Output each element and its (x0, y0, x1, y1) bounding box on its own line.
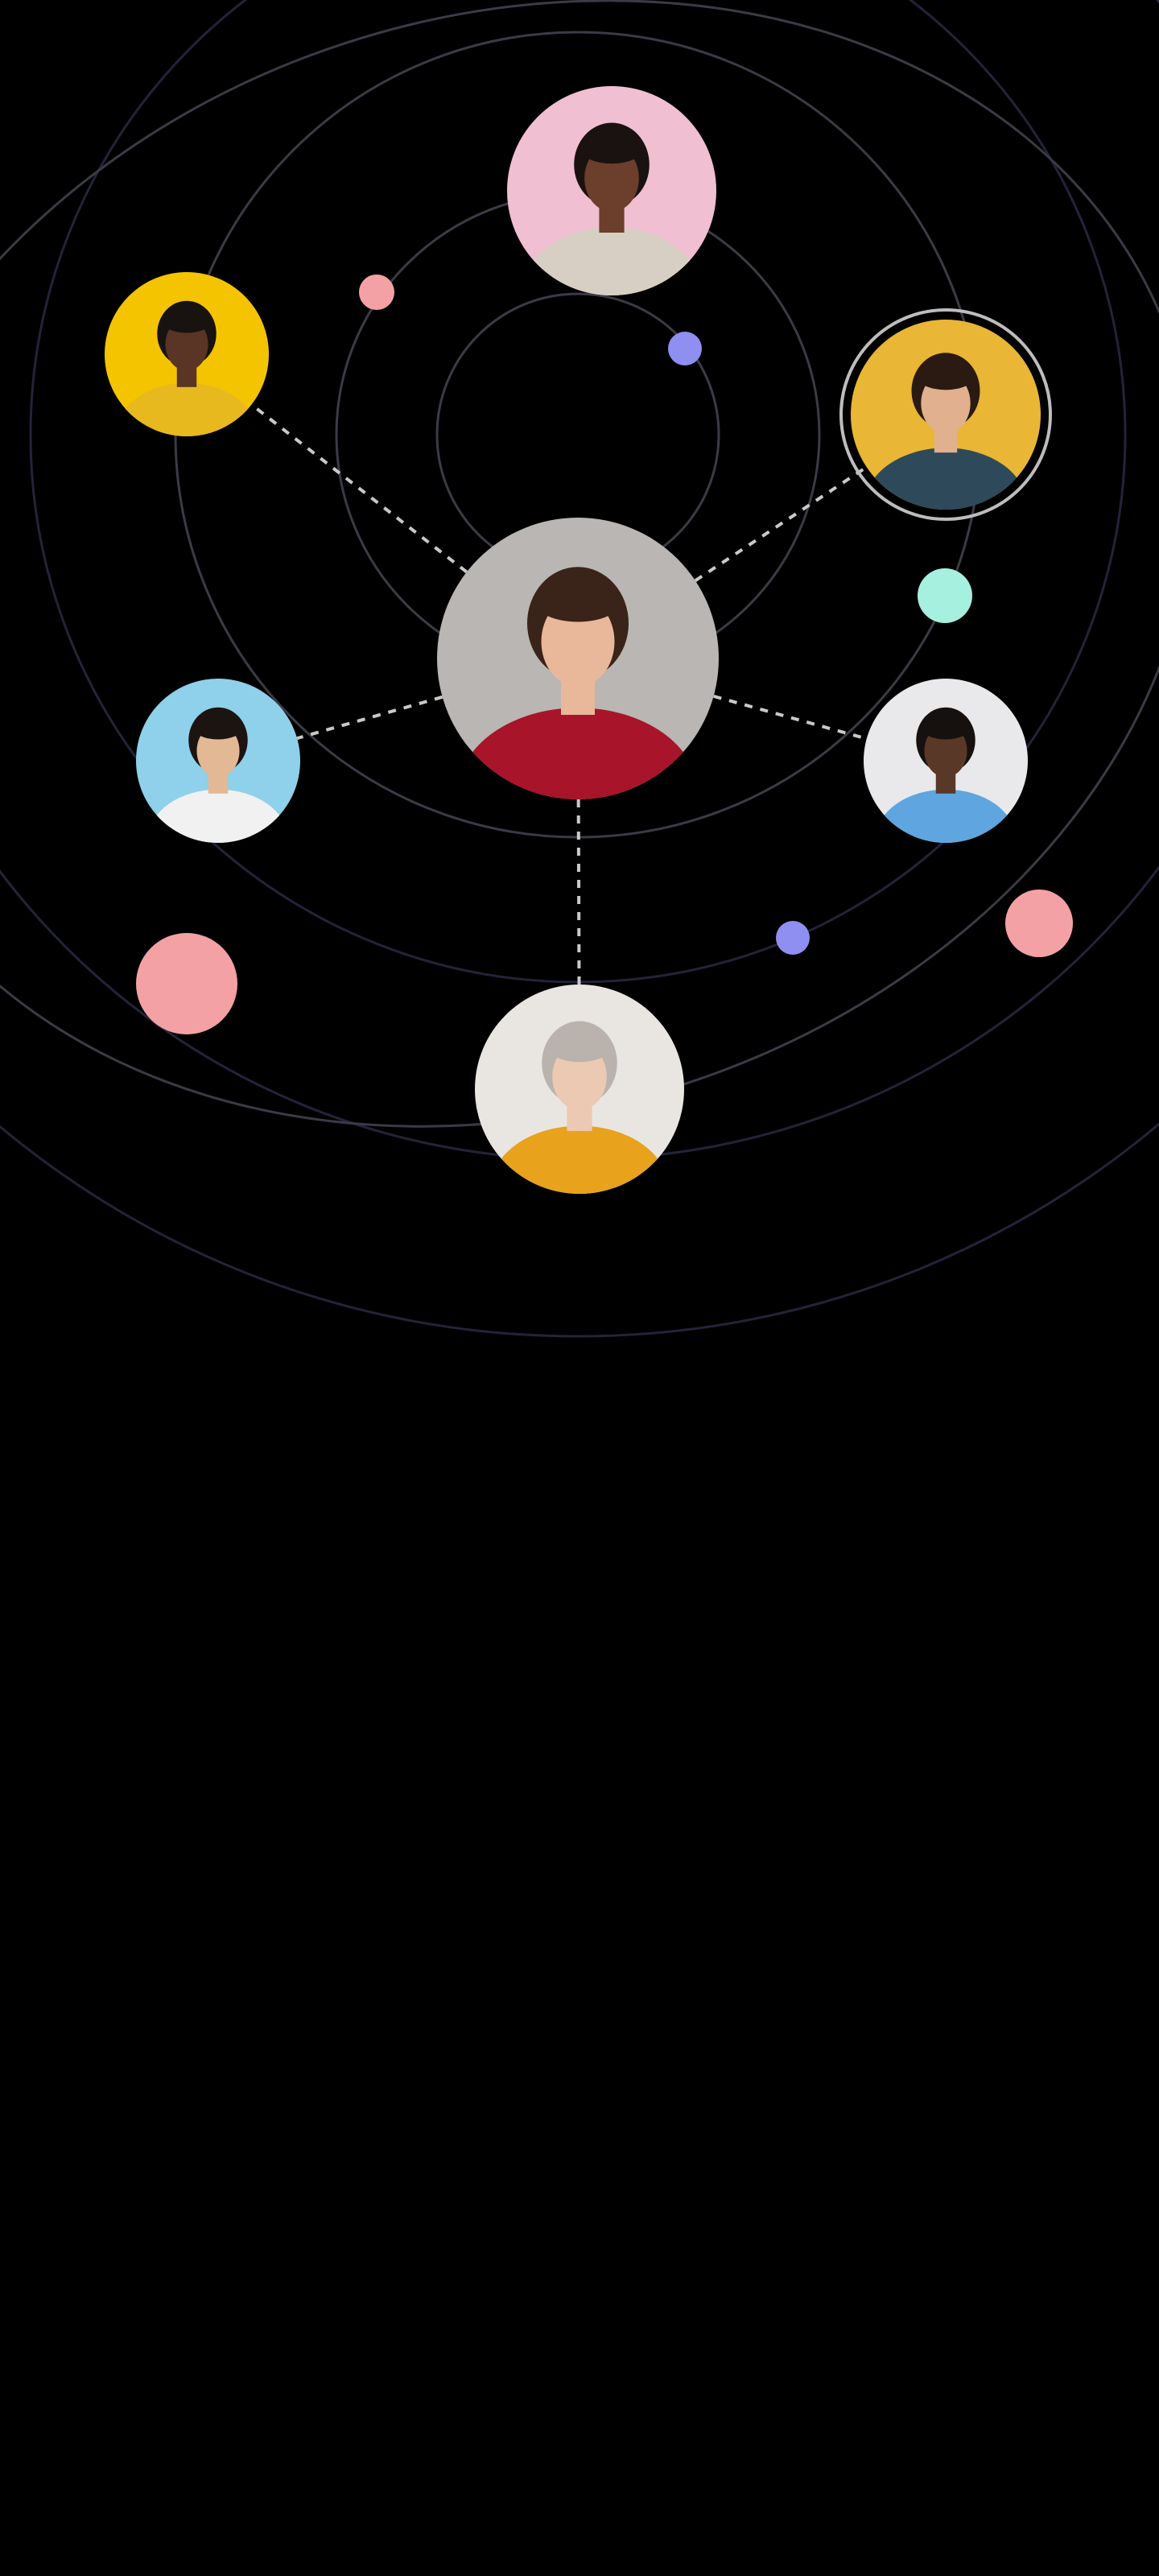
mint-dot (918, 568, 972, 623)
orbit-network-svg (0, 0, 1159, 1338)
avatar-portrait (105, 272, 269, 436)
connector-line (576, 799, 581, 985)
avatar-portrait (864, 679, 1028, 843)
avatar-man-blue-background[interactable] (136, 679, 300, 888)
avatar-portrait (475, 985, 684, 1194)
avatar-woman-red-yellow-background[interactable] (105, 272, 269, 481)
connector-line (296, 695, 443, 741)
pink-dot-large-left (136, 933, 237, 1034)
connector-line (713, 694, 868, 741)
avatar-portrait (851, 320, 1041, 510)
violet-dot-lower (776, 921, 810, 955)
violet-dot-small (668, 332, 702, 365)
avatar-man-light-background[interactable] (864, 679, 1028, 888)
avatar-portrait (507, 86, 716, 295)
avatar-portrait (136, 679, 300, 843)
avatar-woman-mustard-background[interactable] (839, 308, 1052, 562)
connector-line (250, 403, 468, 574)
avatar-nodes (105, 86, 1052, 1252)
pink-dot-large-right (1005, 890, 1073, 957)
pink-dot-small (359, 275, 394, 310)
orbit-network-illustration (0, 0, 1159, 2576)
avatar-woman-pink-background[interactable] (507, 86, 716, 353)
avatar-older-woman-yellow-sweater[interactable] (475, 985, 684, 1252)
